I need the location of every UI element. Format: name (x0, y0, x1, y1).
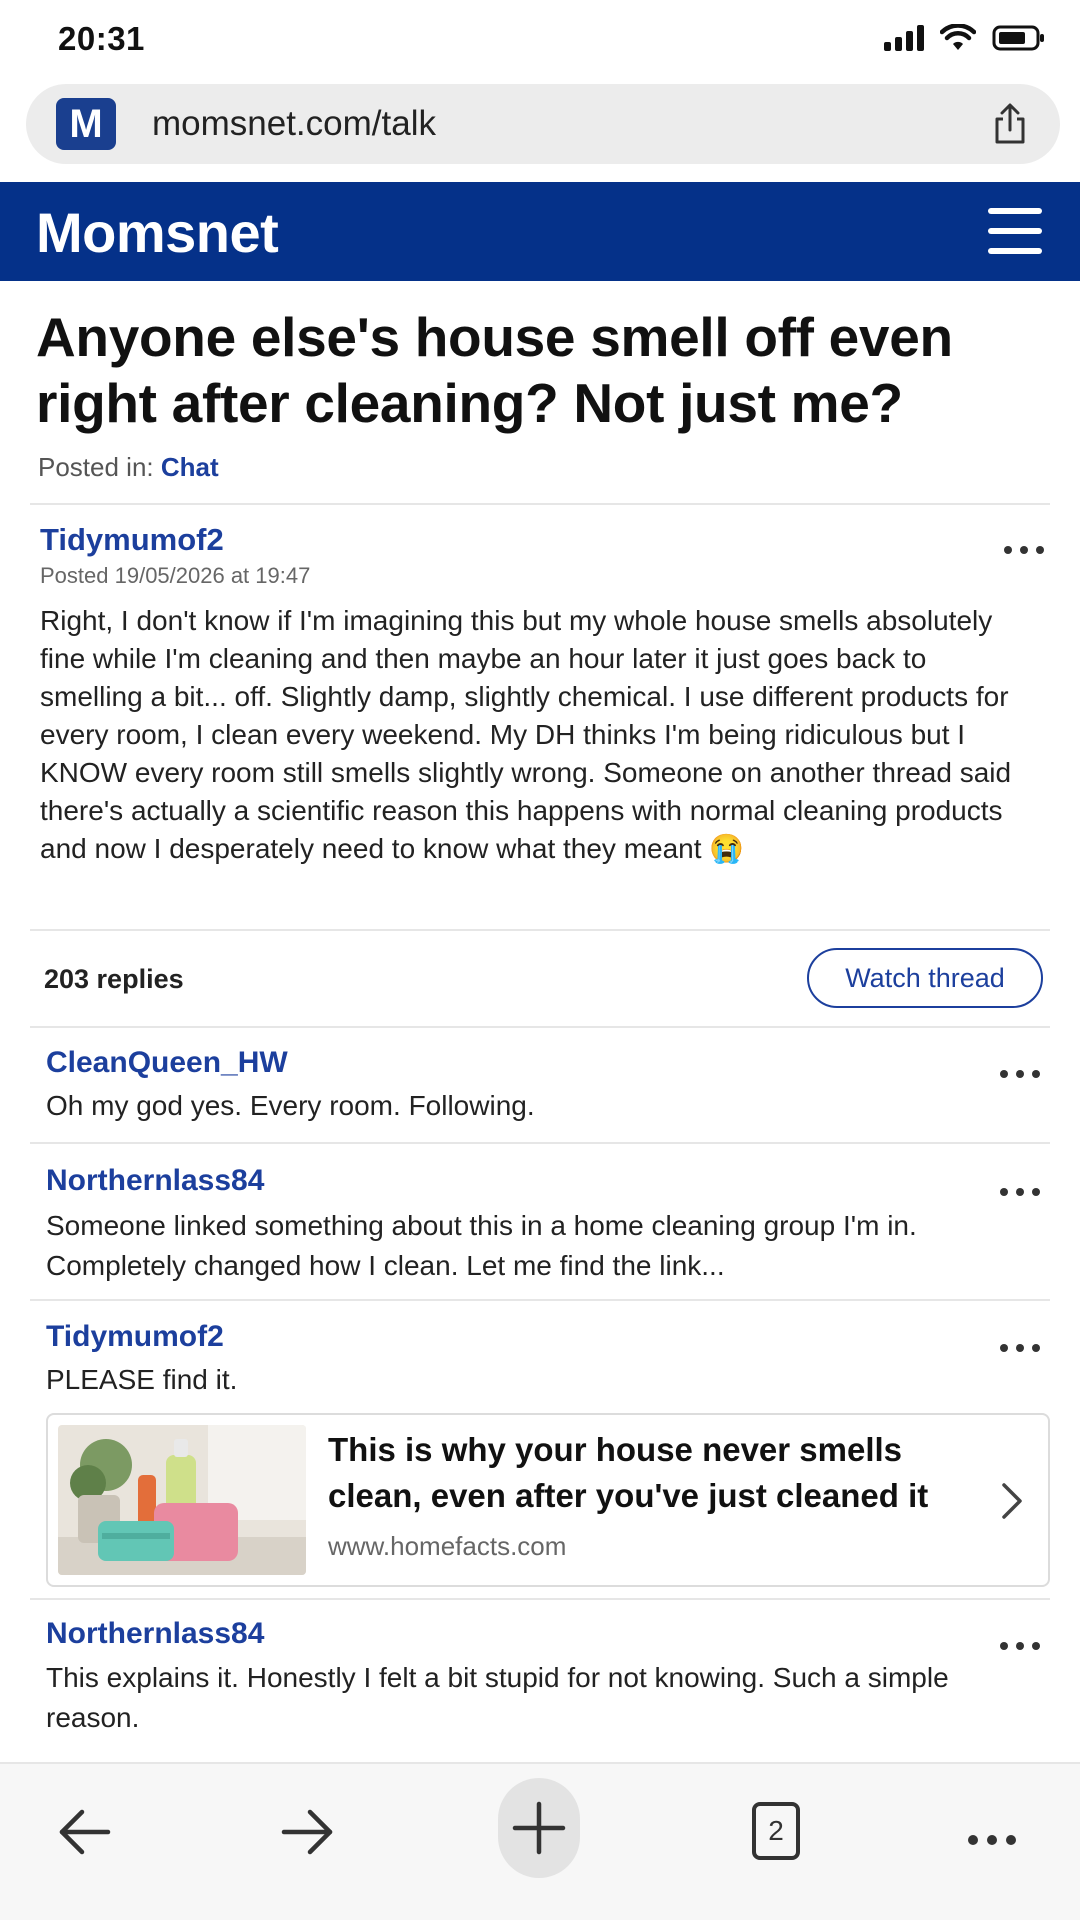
reply-author[interactable]: Northernlass84 (46, 1617, 264, 1651)
battery-icon (992, 25, 1044, 51)
reply-body: This explains it. Honestly I felt a bit … (46, 1662, 949, 1733)
divider (30, 1142, 1050, 1144)
site-logo[interactable]: Momsnet (36, 200, 279, 265)
op-date: Posted 19/05/2026 at 19:47 (40, 563, 311, 588)
status-icons (884, 24, 1046, 52)
divider (30, 503, 1050, 505)
reply-author[interactable]: Northernlass84 (46, 1164, 264, 1198)
more-options-icon[interactable] (968, 1830, 1016, 1850)
reply-author[interactable]: CleanQueen_HW (46, 1046, 288, 1080)
posted-in-label: Posted in: (38, 452, 154, 482)
link-url: www.homefacts.com (328, 1531, 567, 1561)
share-icon[interactable] (986, 100, 1034, 148)
signal-icon (884, 25, 924, 51)
wifi-icon (940, 24, 976, 50)
tabs-icon[interactable]: 2 (752, 1802, 800, 1860)
more-options-icon[interactable] (1000, 1636, 1040, 1656)
op-body: Right, I don't know if I'm imagining thi… (40, 605, 1012, 864)
reply-body: Oh my god yes. Every room. Following. (46, 1090, 535, 1121)
more-options-icon[interactable] (1000, 1064, 1040, 1084)
op-author[interactable]: Tidymumof2 (40, 522, 224, 558)
link-preview-card[interactable]: This is why your house never smells clea… (46, 1413, 1050, 1587)
more-options-icon[interactable] (1000, 1338, 1040, 1358)
reply-body: PLEASE find it. (46, 1364, 238, 1395)
chevron-right-icon (1002, 1483, 1022, 1519)
more-options-icon[interactable] (1004, 540, 1044, 560)
divider (30, 1026, 1050, 1028)
divider (30, 1299, 1050, 1301)
url-text[interactable]: momsnet.com/talk (152, 104, 436, 144)
watch-thread-button[interactable]: Watch thread (807, 948, 1043, 1008)
address-bar[interactable]: M momsnet.com/talk (26, 84, 1060, 164)
status-time: 20:31 (58, 20, 145, 57)
more-options-icon[interactable] (1000, 1182, 1040, 1202)
replies-count: 203 replies (44, 964, 184, 994)
forward-arrow-icon[interactable] (266, 1792, 346, 1872)
hamburger-menu-icon[interactable] (988, 208, 1042, 254)
browser-toolbar: 2 (0, 1762, 1080, 1920)
divider (30, 1598, 1050, 1600)
category-link[interactable]: Chat (161, 452, 219, 482)
posted-in: Posted in: Chat (38, 452, 219, 483)
site-header: Momsnet (0, 182, 1080, 281)
divider (30, 929, 1050, 931)
new-tab-button[interactable] (498, 1778, 580, 1878)
link-title[interactable]: This is why your house never smells clea… (328, 1427, 968, 1519)
status-bar: 20:31 (0, 0, 1080, 78)
site-favicon: M (56, 98, 116, 150)
back-arrow-icon[interactable] (46, 1792, 126, 1872)
plus-icon (512, 1801, 566, 1855)
thread-title: Anyone else's house smell off even right… (36, 306, 953, 434)
reply-author[interactable]: Tidymumof2 (46, 1320, 224, 1354)
link-thumbnail (58, 1425, 306, 1575)
reply-body: Someone linked something about this in a… (46, 1210, 917, 1281)
